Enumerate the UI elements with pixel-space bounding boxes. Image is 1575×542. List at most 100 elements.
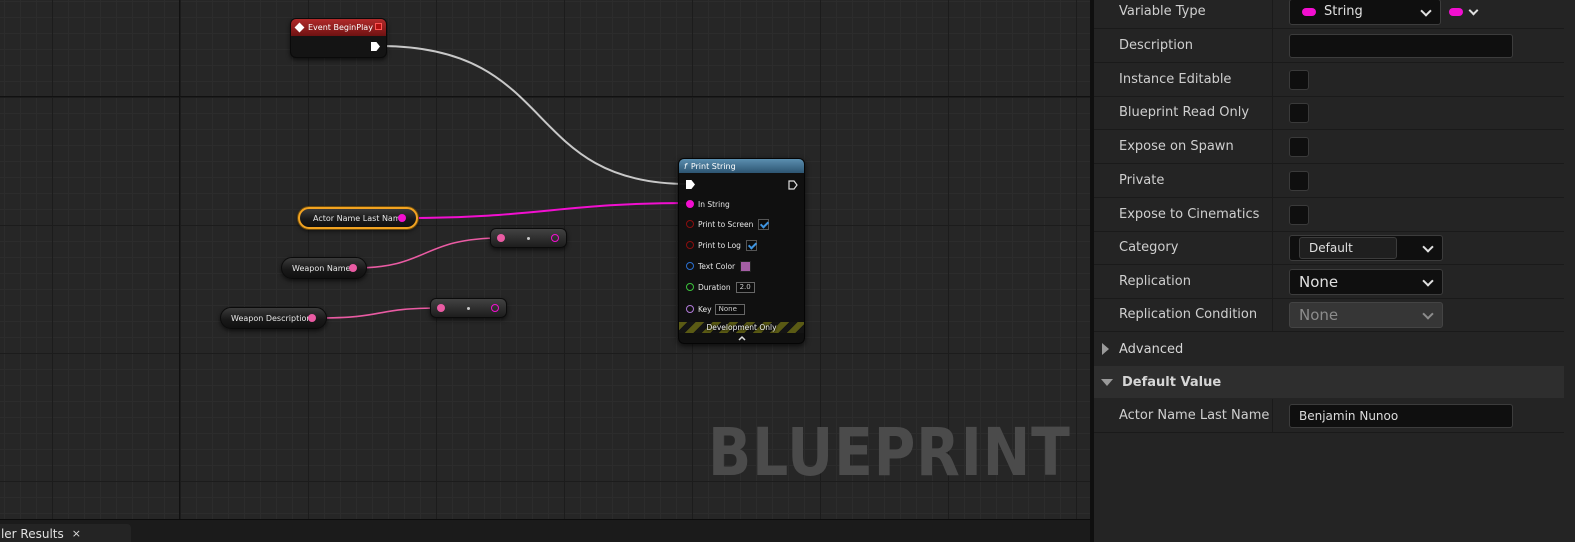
print-to-screen-row[interactable]: Print to Screen	[686, 218, 770, 230]
var-node-label: Weapon Name	[292, 263, 351, 273]
category-input[interactable]: Default	[1299, 236, 1397, 259]
conversion-node[interactable]	[430, 298, 507, 318]
tab-label: piler Results	[0, 526, 64, 541]
float-pin[interactable]	[686, 283, 694, 291]
conversion-in-pin[interactable]	[437, 304, 445, 312]
row-divider	[1272, 231, 1273, 264]
close-icon[interactable]: ×	[72, 527, 81, 540]
replication-value: None	[1299, 272, 1339, 291]
conversion-out-pin[interactable]	[551, 234, 559, 242]
duration-label: Duration	[698, 282, 731, 292]
variable-type-dropdown[interactable]: String	[1289, 0, 1441, 25]
expose-on-spawn-checkbox[interactable]	[1289, 136, 1309, 157]
event-icon	[294, 22, 305, 33]
conversion-node[interactable]	[490, 228, 567, 248]
expose-to-cinematics-checkbox[interactable]	[1289, 204, 1309, 225]
weapon-name-node[interactable]: Weapon Name	[281, 257, 367, 279]
conversion-dot-icon	[527, 237, 530, 240]
bottom-tab-bar: piler Results ×	[0, 519, 1090, 542]
tab-compiler-results[interactable]: piler Results ×	[0, 524, 131, 542]
default-value-label: Default Value	[1122, 374, 1222, 390]
row-divider	[1272, 96, 1273, 129]
duration-row[interactable]: Duration 2.0	[686, 281, 755, 293]
advanced-section-toggle[interactable]: Advanced	[1094, 333, 1564, 365]
row-label: Blueprint Read Only	[1119, 105, 1250, 120]
replication-condition-dropdown: None	[1289, 301, 1443, 328]
instance-editable-checkbox[interactable]	[1289, 69, 1309, 90]
chevron-up-icon[interactable]	[737, 334, 747, 342]
container-type-dropdown[interactable]	[1449, 5, 1479, 16]
weapon-description-node[interactable]: Weapon Description	[220, 307, 327, 329]
category-row: Category Default	[1094, 231, 1564, 265]
conversion-dot-icon	[467, 307, 470, 310]
string-out-pin[interactable]	[398, 214, 406, 222]
exec-wire	[379, 45, 689, 185]
row-label: Description	[1119, 38, 1194, 53]
in-string-label: In String	[698, 199, 730, 209]
print-to-log-row[interactable]: Print to Log	[686, 239, 757, 251]
key-row[interactable]: Key None	[686, 303, 745, 315]
weapon-description-wire	[315, 307, 443, 319]
row-divider	[1272, 399, 1273, 432]
default-value-input[interactable]: Benjamin Nunoo	[1289, 403, 1513, 428]
actor-name-last-name-node[interactable]: Actor Name Last Name	[298, 207, 418, 229]
private-checkbox[interactable]	[1289, 170, 1309, 191]
chevron-down-icon	[1468, 5, 1479, 15]
default-value-section-header[interactable]: Default Value	[1094, 366, 1564, 398]
in-string-pin[interactable]	[686, 200, 694, 208]
event-node-title: Event BeginPlay	[308, 23, 373, 32]
row-label: Instance Editable	[1119, 72, 1232, 87]
color-pin[interactable]	[686, 262, 694, 270]
event-beginplay-node[interactable]: Event BeginPlay	[290, 18, 387, 58]
description-row: Description	[1094, 29, 1564, 63]
variable-type-value: String	[1324, 4, 1363, 19]
description-input[interactable]	[1289, 33, 1513, 58]
exec-out-pin[interactable]	[788, 180, 798, 190]
default-value-row: Actor Name Last Name Benjamin Nunoo	[1094, 399, 1564, 433]
key-input[interactable]: None	[714, 303, 745, 315]
row-divider	[1272, 63, 1273, 96]
function-icon: f	[684, 161, 687, 171]
text-out-pin[interactable]	[308, 314, 316, 322]
replication-dropdown[interactable]: None	[1289, 268, 1443, 295]
single-container-icon	[1449, 7, 1463, 16]
duration-input[interactable]: 2.0	[735, 281, 755, 293]
expose-to-cinematics-row: Expose to Cinematics	[1094, 198, 1564, 232]
print-to-log-label: Print to Log	[698, 240, 741, 250]
print-to-screen-checkbox[interactable]	[758, 218, 770, 230]
chevron-down-icon	[1420, 4, 1432, 17]
name-pin[interactable]	[686, 305, 694, 313]
key-label: Key	[698, 304, 712, 314]
delegate-pin-icon[interactable]	[375, 23, 382, 30]
row-divider	[1272, 29, 1273, 62]
print-to-screen-label: Print to Screen	[698, 219, 754, 229]
instance-editable-row: Instance Editable	[1094, 63, 1564, 97]
conversion-in-pin[interactable]	[497, 234, 505, 242]
row-label: Replication Condition	[1119, 307, 1258, 322]
exec-in-pin[interactable]	[686, 180, 695, 189]
weapon-name-wire	[353, 237, 503, 269]
in-string-row[interactable]: In String	[686, 198, 735, 210]
var-node-label: Weapon Description	[231, 313, 312, 323]
conversion-out-pin[interactable]	[491, 304, 499, 312]
blueprint-graph[interactable]: BLUEPRINT Event BeginPlay Actor Name Las…	[0, 0, 1090, 519]
chevron-down-icon[interactable]	[1422, 240, 1434, 253]
replication-row: Replication None	[1094, 265, 1564, 299]
replication-condition-row: Replication Condition None	[1094, 298, 1564, 332]
bool-pin[interactable]	[686, 220, 694, 228]
category-combo[interactable]: Default	[1289, 234, 1443, 261]
blueprint-read-only-checkbox[interactable]	[1289, 102, 1309, 123]
row-divider	[1272, 298, 1273, 331]
bool-pin[interactable]	[686, 241, 694, 249]
print-to-log-checkbox[interactable]	[745, 239, 757, 251]
row-label: Category	[1119, 240, 1179, 255]
row-label: Replication	[1119, 274, 1191, 289]
text-color-row[interactable]: Text Color	[686, 260, 752, 272]
text-color-swatch[interactable]	[740, 260, 752, 272]
replication-condition-value: None	[1299, 305, 1339, 324]
text-color-label: Text Color	[698, 261, 736, 271]
row-label: Expose on Spawn	[1119, 139, 1234, 154]
exec-out-pin[interactable]	[371, 42, 380, 51]
name-out-pin[interactable]	[349, 264, 357, 272]
print-string-node[interactable]: f Print String In String Print to Screen…	[678, 158, 805, 344]
